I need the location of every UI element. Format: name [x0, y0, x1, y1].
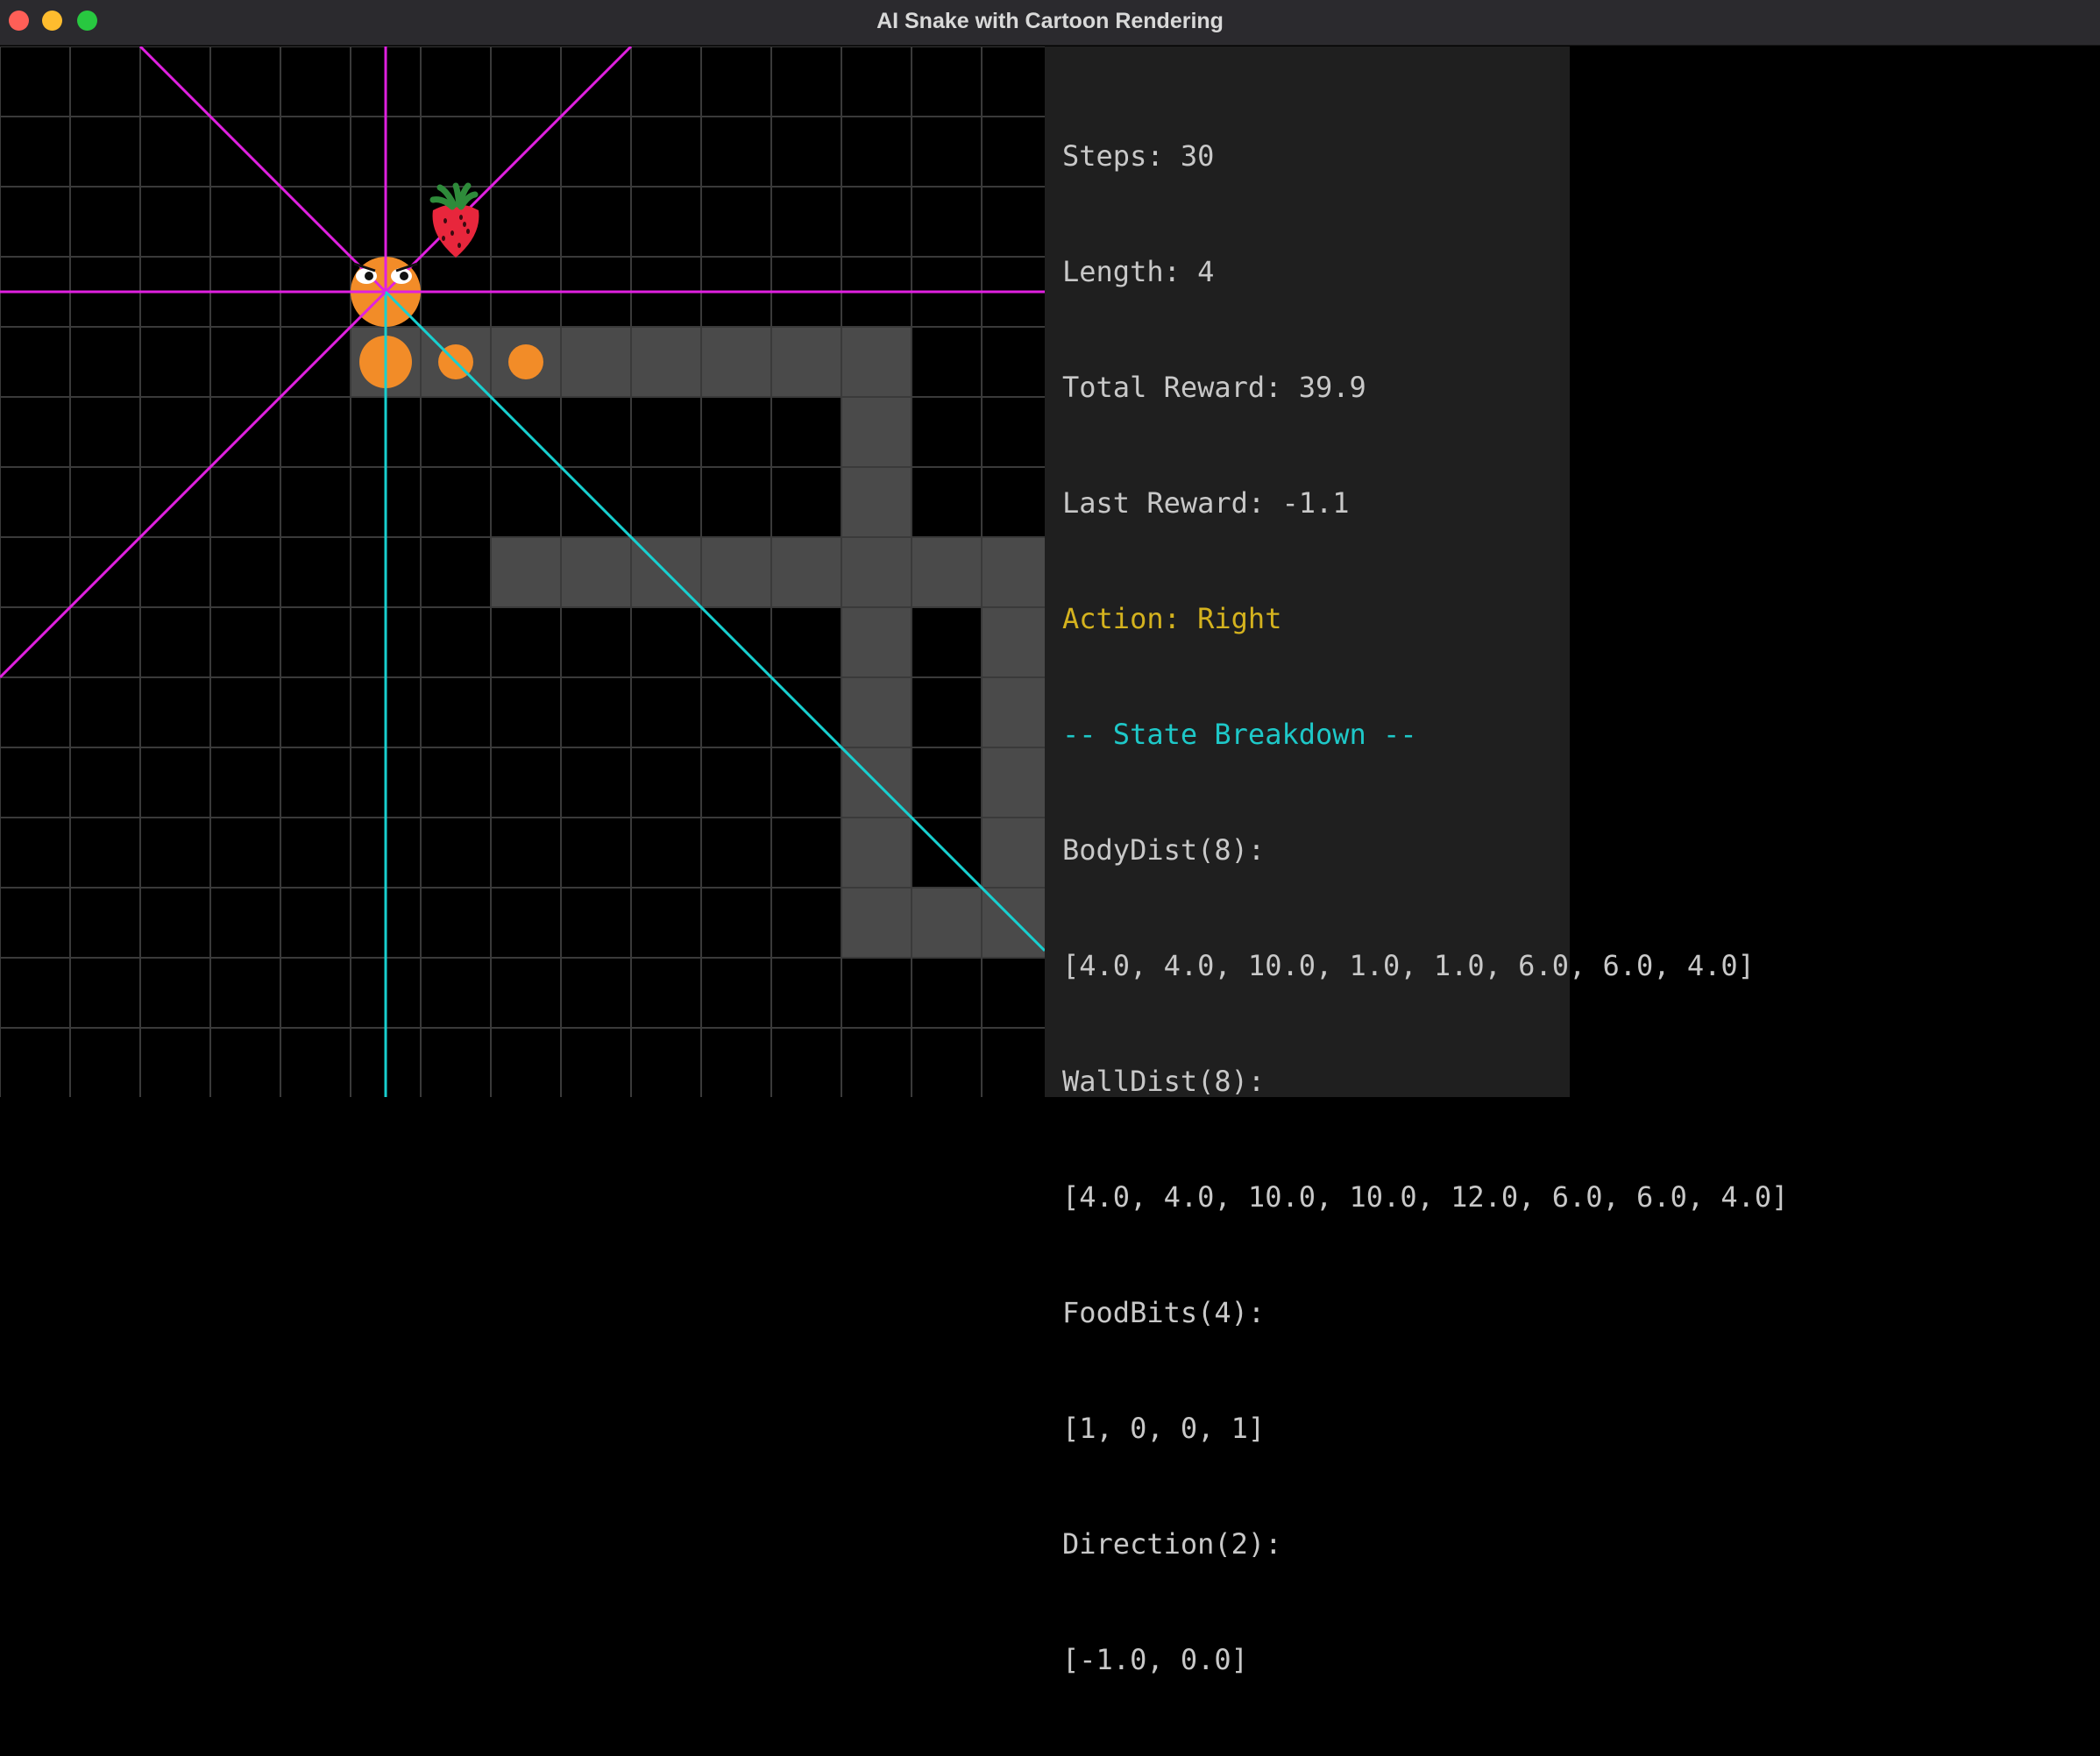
direction-values: [-1.0, 0.0]: [1062, 1643, 1248, 1676]
body-dist-values: [4.0, 4.0, 10.0, 1.0, 1.0, 6.0, 6.0, 4.0…: [1062, 949, 1755, 982]
strawberry-seed: [463, 222, 466, 227]
obstacle-cell: [841, 607, 912, 677]
obstacle-cell: [841, 677, 912, 747]
obstacle-cell: [631, 327, 701, 397]
obstacle-cell: [771, 327, 841, 397]
obstacle-cell: [771, 537, 841, 607]
obstacle-cell: [561, 537, 631, 607]
obstacle-cell: [982, 747, 1045, 818]
food-bits-label: FoodBits(4):: [1062, 1296, 1266, 1329]
obstacle-cell: [841, 818, 912, 888]
game-board: [0, 46, 1045, 1097]
obstacle-cell: [701, 537, 771, 607]
strawberry-seed: [451, 230, 454, 236]
strawberry-seed: [466, 229, 470, 234]
obstacle-cell: [841, 467, 912, 537]
obstacle-cell: [912, 537, 982, 607]
window-title: AI Snake with Cartoon Rendering: [876, 9, 1224, 33]
state-breakdown-header: -- State Breakdown --: [1062, 718, 1417, 751]
obstacle-cell: [561, 327, 631, 397]
snake-body-segment: [508, 344, 543, 379]
total-reward-text: Total Reward: 39.9: [1062, 371, 1366, 404]
food-bits-values: [1, 0, 0, 1]: [1062, 1412, 1266, 1445]
title-bar: AI Snake with Cartoon Rendering: [0, 0, 2100, 46]
obstacle-cell: [982, 537, 1045, 607]
body-dist-label: BodyDist(8):: [1062, 833, 1266, 867]
obstacle-cell: [841, 327, 912, 397]
length-text: Length: 4: [1062, 255, 1215, 288]
strawberry-seed: [443, 218, 447, 223]
steps-text: Steps: 30: [1062, 139, 1215, 173]
obstacle-cell: [912, 888, 982, 958]
obstacle-cell: [491, 537, 561, 607]
obstacle-cell: [982, 677, 1045, 747]
wall-dist-label: WallDist(8):: [1062, 1065, 1266, 1098]
obstacle-cell: [841, 397, 912, 467]
direction-label: Direction(2):: [1062, 1527, 1282, 1561]
pupil-icon: [400, 272, 408, 280]
action-text: Action: Right: [1062, 602, 1282, 635]
obstacle-cell: [982, 818, 1045, 888]
pupil-icon: [365, 272, 373, 280]
wall-dist-values: [4.0, 4.0, 10.0, 10.0, 12.0, 6.0, 6.0, 4…: [1062, 1180, 1789, 1214]
obstacle-cell: [841, 888, 912, 958]
app-window: AI Snake with Cartoon Rendering Steps: 3…: [0, 0, 2100, 1676]
strawberry-seed: [459, 215, 463, 220]
stats-list: Steps: 30 Length: 4 Total Reward: 39.9 L…: [1062, 60, 1788, 1756]
obstacle-cell: [982, 607, 1045, 677]
strawberry-seed: [442, 236, 445, 241]
game-board-canvas: [0, 46, 1045, 1097]
obstacle-cell: [841, 537, 912, 607]
strawberry-seed: [458, 243, 461, 248]
last-reward-text: Last Reward: -1.1: [1062, 486, 1350, 520]
obstacle-cell: [701, 327, 771, 397]
